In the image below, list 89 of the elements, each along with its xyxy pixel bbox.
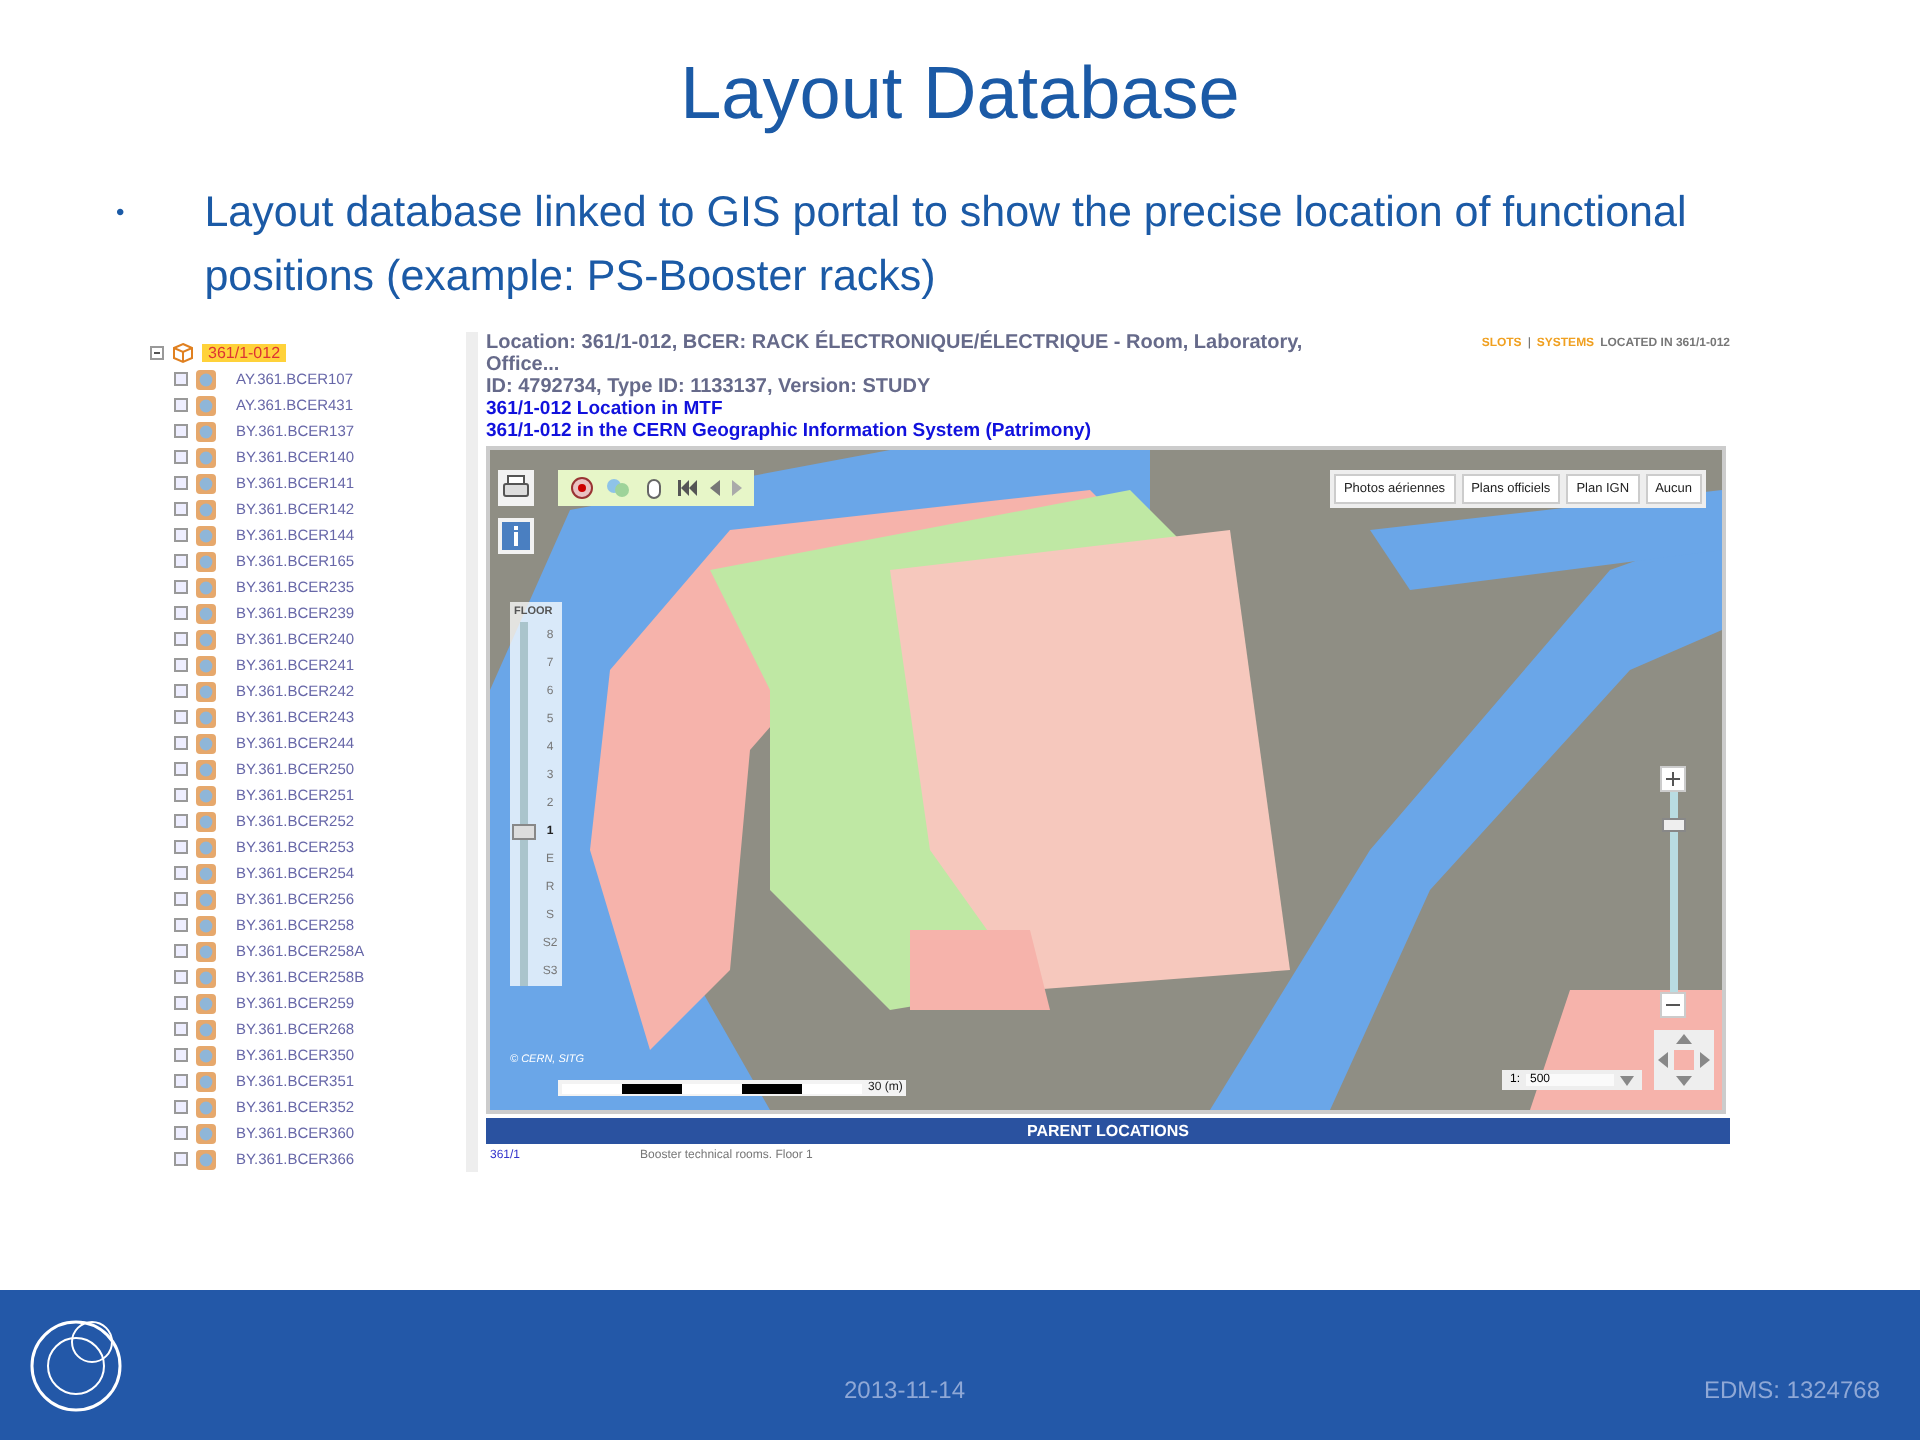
node-icon [174, 606, 188, 620]
rack-icon [196, 1123, 216, 1143]
node-icon [174, 372, 188, 386]
detail-link[interactable]: 361/1-012 in the CERN Geographic Information System (Patrimony) [486, 420, 1366, 442]
node-icon [174, 528, 188, 542]
node-icon [174, 1022, 188, 1036]
detail-link[interactable]: 361/1-012 Location in MTF [486, 398, 1366, 420]
rack-icon [196, 655, 216, 675]
id-text: ID: 4792734, Type ID: 1133137, Version: STUDY [486, 376, 933, 398]
rack-icon [196, 733, 216, 753]
bullet-marker: • [116, 196, 125, 230]
rack-icon [196, 499, 216, 519]
rack-icon [196, 941, 216, 961]
footer-date: 2013-11-14 [844, 1376, 965, 1404]
rack-icon [196, 1019, 216, 1039]
node-icon [174, 1152, 188, 1166]
node-icon [174, 632, 188, 646]
node-icon [174, 1100, 188, 1114]
node-icon [174, 424, 188, 438]
rack-icon [196, 577, 216, 597]
rack-icon [196, 473, 216, 493]
tree-item[interactable]: 361/1-012 [202, 344, 287, 362]
rack-icon [196, 603, 216, 623]
rack-icon [196, 551, 216, 571]
rack-icon [196, 1071, 216, 1091]
node-icon [174, 580, 188, 594]
node-icon [174, 502, 188, 516]
node-icon [174, 866, 188, 880]
previous-icon[interactable] [710, 480, 720, 496]
node-icon [174, 788, 188, 802]
location-text: Location: 361/1-012, BCER: RACK ÉLECTRONIQUE/ÉLECTRIQUE - Room, Laboratory, Office... [486, 332, 1305, 376]
node-icon [174, 1126, 188, 1140]
rack-icon [196, 629, 216, 649]
caret-icon [1620, 1075, 1634, 1085]
rack-icon [196, 681, 216, 701]
rack-icon [196, 993, 216, 1013]
rack-icon [196, 447, 216, 467]
rack-icon [196, 759, 216, 779]
rack-icon [196, 421, 216, 441]
node-icon [174, 840, 188, 854]
rack-icon [196, 837, 216, 857]
node-icon [174, 892, 188, 906]
rack-icon [196, 863, 216, 883]
node-icon [174, 1048, 188, 1062]
pan-control-icon[interactable] [1654, 1030, 1714, 1090]
rack-icon [196, 395, 216, 415]
node-icon [174, 398, 188, 412]
first-icon[interactable] [678, 480, 698, 496]
node-icon [174, 944, 188, 958]
node-icon [174, 554, 188, 568]
rack-icon [196, 967, 216, 987]
node-icon [174, 918, 188, 932]
parent-locations-header: PARENT LOCATIONS [486, 1118, 1730, 1144]
rack-icon [196, 785, 216, 805]
footer-reference: EDMS: 1324768 [1703, 1376, 1880, 1404]
node-icon [174, 476, 188, 490]
rack-icon [196, 1097, 216, 1117]
slide-title: Layout Database [680, 52, 1240, 136]
rack-icon [196, 1045, 216, 1065]
rack-icon [196, 811, 216, 831]
select-icon[interactable] [570, 476, 594, 500]
plus-icon [1666, 772, 1680, 786]
rack-icon [196, 915, 216, 935]
zoom-out-button[interactable] [1660, 992, 1686, 1018]
node-icon [174, 736, 188, 750]
zoom-in-button[interactable] [1660, 766, 1686, 792]
rack-icon [196, 889, 216, 909]
node-icon [174, 814, 188, 828]
rack-icon [196, 707, 216, 727]
scale-bar-icon [562, 1083, 862, 1093]
node-icon [174, 450, 188, 464]
cube-icon [172, 342, 194, 364]
node-icon [174, 658, 188, 672]
node-icon [174, 684, 188, 698]
floor-slider-thumb[interactable] [512, 824, 536, 840]
rack-icon [196, 369, 216, 389]
node-icon [174, 710, 188, 724]
collapse-icon[interactable] [150, 346, 164, 360]
rack-icon [196, 1149, 216, 1169]
node-icon [174, 970, 188, 984]
node-icon [174, 1074, 188, 1088]
minus-icon [1666, 998, 1680, 1012]
bullet-text: Layout database linked to GIS portal to show the precise location of functional positions (example: PS-Booster racks) [204, 186, 1689, 304]
node-icon [174, 762, 188, 776]
info-icon[interactable] [498, 518, 534, 554]
print-icon[interactable] [498, 470, 534, 506]
zoom-slider-thumb[interactable] [1661, 818, 1685, 832]
rack-icon [196, 525, 216, 545]
node-icon [174, 996, 188, 1010]
